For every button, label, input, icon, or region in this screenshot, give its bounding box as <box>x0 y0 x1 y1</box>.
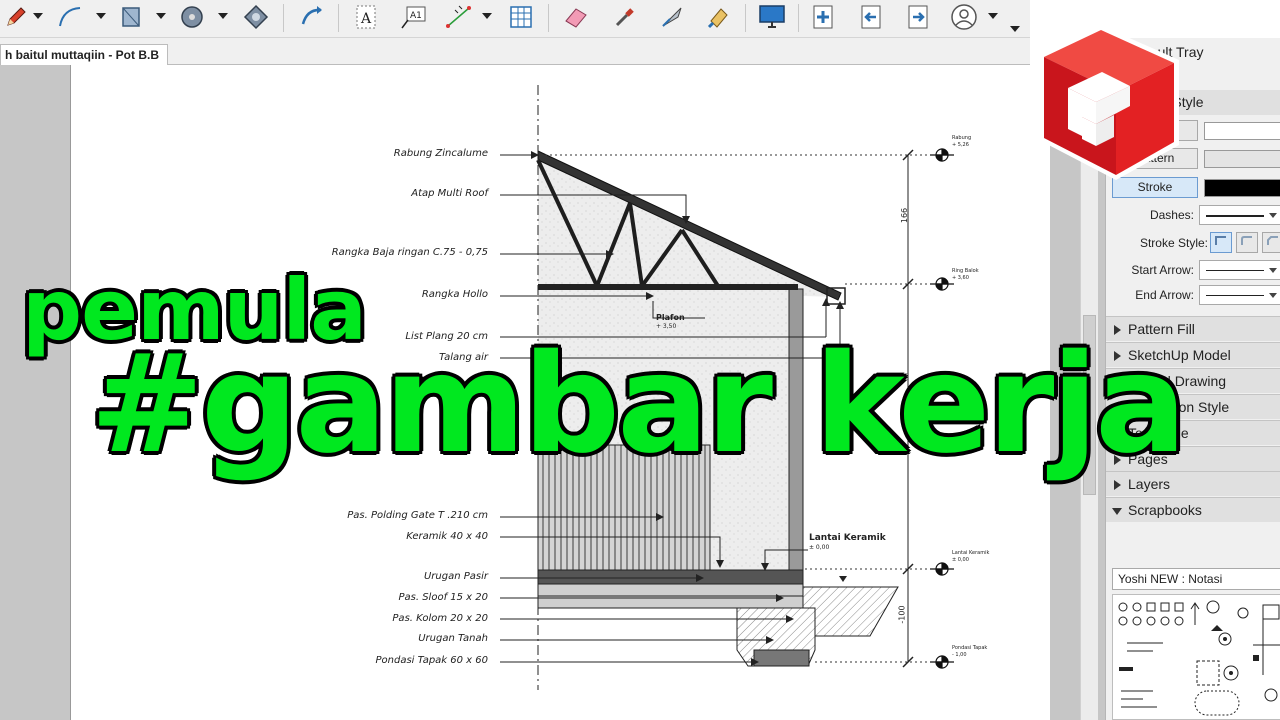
label-rabung: Rabung Zincalume <box>393 148 488 159</box>
stroke-style-button-2[interactable] <box>1236 232 1258 253</box>
section-scrapbooks[interactable]: Scrapbooks <box>1106 497 1280 522</box>
dashes-select[interactable] <box>1199 205 1280 225</box>
label-rangka-hollo: Rangka Hollo <box>421 289 488 300</box>
dimension-top: 166 <box>900 207 910 224</box>
elevation-pondasi-label: Pondasi Tapak <box>952 645 988 651</box>
label-polding-gate: Pas. Polding Gate T .210 cm <box>347 510 488 521</box>
label-plafon: Plafon <box>656 313 685 322</box>
scrapbook-symbols <box>1118 600 1280 716</box>
end-arrow-label: End Arrow: <box>1135 288 1194 302</box>
start-arrow-label: Start Arrow: <box>1131 263 1194 277</box>
label-urugan-pasir: Urugan Pasir <box>423 571 488 582</box>
elevation-rabung-value: + 5,26 <box>952 142 969 148</box>
label-atap: Atap Multi Roof <box>411 188 488 199</box>
label-lantai-level: ± 0,00 <box>809 544 830 551</box>
layout-window: A A1 h baitul muttaqiin - Pot B.B Rabung… <box>0 0 1280 720</box>
stroke-color-swatch[interactable] <box>1204 179 1280 197</box>
overlay-title-gambar-kerja: #gambar kerja <box>89 326 1189 484</box>
section-scrapbooks-label: Scrapbooks <box>1128 502 1202 518</box>
label-keramik: Keramik 40 x 40 <box>406 531 488 542</box>
elevation-rabung-label: Rabung <box>952 135 972 141</box>
label-kolom: Pas. Kolom 20 x 20 <box>392 613 488 624</box>
label-sloof: Pas. Sloof 15 x 20 <box>398 592 488 603</box>
elevation-pondasi-value: - 1,00 <box>952 652 967 658</box>
scrapbook-content[interactable] <box>1112 594 1280 720</box>
elevation-ring-value: + 3,60 <box>952 275 969 281</box>
stroke-style-button-1[interactable] <box>1210 232 1232 253</box>
label-lantai-keramik: Lantai Keramik <box>809 533 886 543</box>
elevation-ring-label: Ring Balok <box>952 268 979 274</box>
dashes-label: Dashes: <box>1149 208 1194 222</box>
sketchup-logo <box>1039 25 1179 180</box>
elevation-lantai-value: ± 0,00 <box>952 557 969 563</box>
label-pondasi: Pondasi Tapak 60 x 60 <box>375 655 489 666</box>
pattern-swatch[interactable] <box>1204 150 1280 168</box>
dimension-bottom: -100 <box>897 605 907 624</box>
scrapbook-select[interactable]: Yoshi NEW : Notasi <box>1112 568 1280 590</box>
elevation-lantai-label: Lantai Keramik <box>952 550 990 556</box>
label-urugan-tanah: Urugan Tanah <box>418 633 488 644</box>
start-arrow-select[interactable] <box>1199 260 1280 280</box>
stroke-style-button-3[interactable] <box>1262 232 1280 253</box>
stroke-style-label: Stroke Style: <box>1139 236 1208 250</box>
end-arrow-select[interactable] <box>1199 285 1280 305</box>
fill-color-swatch[interactable] <box>1204 122 1280 140</box>
label-rangka-baja: Rangka Baja ringan C.75 - 0,75 <box>331 247 488 258</box>
